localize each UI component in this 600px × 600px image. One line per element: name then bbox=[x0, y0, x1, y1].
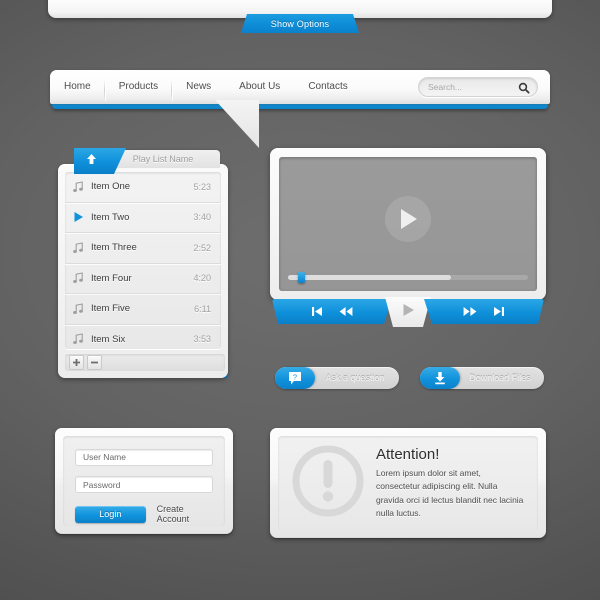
playlist-item-title: Item Five bbox=[91, 303, 131, 315]
nav-label: Home bbox=[64, 81, 91, 92]
password-field[interactable] bbox=[75, 476, 213, 493]
nav-item-contacts[interactable]: Contacts bbox=[294, 70, 361, 104]
ask-question-button[interactable]: ? Ask a question bbox=[275, 367, 399, 389]
show-options-label: Show Options bbox=[270, 18, 330, 29]
fast-forward-icon[interactable] bbox=[463, 306, 477, 317]
question-bubble-icon: ? bbox=[275, 367, 315, 389]
play-icon[interactable] bbox=[65, 211, 91, 223]
minus-icon[interactable] bbox=[87, 355, 102, 370]
play-circle-icon[interactable] bbox=[385, 195, 431, 242]
attention-inner: Attention! Lorem ipsum dolor sit amet, c… bbox=[278, 436, 538, 530]
playlist-item-title: Item Two bbox=[91, 211, 130, 223]
navigation-group: Home Products News About Us Contacts bbox=[50, 70, 550, 112]
progress-track[interactable] bbox=[288, 272, 528, 283]
playlist-item-time: 6:11 bbox=[194, 303, 211, 314]
arrow-up-icon bbox=[86, 152, 97, 170]
nav-item-news[interactable]: News bbox=[172, 70, 225, 104]
player-frame bbox=[270, 148, 546, 300]
download-files-label: Download Files bbox=[469, 373, 531, 383]
show-options-tab[interactable]: Show Options bbox=[241, 14, 359, 33]
playlist-title: Play List Name bbox=[132, 154, 194, 164]
speech-bubble-tail bbox=[215, 100, 259, 148]
playlist-item-title: Item Three bbox=[91, 242, 137, 254]
player-controls bbox=[272, 297, 544, 327]
top-bar-group: Show Options bbox=[48, 0, 552, 33]
table-row[interactable]: Item Five 6:11 bbox=[65, 294, 221, 325]
table-row[interactable]: Item Four 4:20 bbox=[65, 264, 221, 294]
nav-label: About Us bbox=[239, 81, 281, 92]
playlist-item-title: Item Four bbox=[91, 272, 132, 284]
music-note-icon bbox=[65, 181, 91, 193]
attention-body: Lorem ipsum dolor sit amet, consectetur … bbox=[376, 468, 524, 518]
login-button[interactable]: Login bbox=[75, 505, 146, 523]
music-note-icon bbox=[65, 333, 91, 345]
login-form: Login Create Account bbox=[55, 428, 233, 534]
playlist-item-title: Item One bbox=[91, 181, 131, 193]
username-field[interactable] bbox=[75, 448, 213, 466]
progress-handle[interactable] bbox=[297, 272, 305, 283]
skip-previous-icon[interactable] bbox=[311, 306, 323, 317]
nav-bar: Home Products News About Us Contacts bbox=[50, 70, 550, 104]
create-account-link[interactable]: Create Account bbox=[157, 504, 213, 524]
exclamation-circle-icon bbox=[290, 443, 366, 524]
playlist-item-time: 3:53 bbox=[193, 334, 211, 345]
progress-buffered bbox=[288, 275, 452, 280]
attention-text-block: Attention! Lorem ipsum dolor sit amet, c… bbox=[376, 446, 526, 520]
nav-item-home[interactable]: Home bbox=[50, 70, 105, 104]
search-input[interactable] bbox=[419, 78, 516, 96]
nav-label: Contacts bbox=[308, 81, 348, 92]
login-actions: Login Create Account bbox=[75, 504, 213, 524]
skip-next-icon[interactable] bbox=[493, 306, 505, 317]
nav-label: News bbox=[186, 81, 212, 92]
music-note-icon bbox=[65, 303, 91, 315]
search-box[interactable] bbox=[418, 77, 538, 97]
ui-kit-stage: Show Options Home Products News About Us… bbox=[0, 0, 600, 600]
page-title: Attention! bbox=[376, 446, 440, 464]
plus-icon[interactable] bbox=[69, 355, 84, 370]
rewind-icon[interactable] bbox=[339, 306, 353, 317]
login-inner: Login Create Account bbox=[63, 436, 225, 526]
player-controls-left bbox=[272, 299, 392, 324]
svg-text:?: ? bbox=[293, 372, 297, 381]
nav-item-about-us[interactable]: About Us bbox=[225, 70, 294, 104]
playlist-widget: Play List Name Item One 5:23 Item Two 3:… bbox=[58, 148, 228, 394]
table-row[interactable]: Item Two 3:40 bbox=[65, 203, 221, 233]
playlist-item-time: 4:20 bbox=[193, 273, 211, 284]
player-play-button[interactable] bbox=[385, 297, 431, 327]
playlist-item-time: 5:23 bbox=[193, 181, 211, 192]
play-icon bbox=[402, 303, 415, 322]
playlist-body: Play List Name Item One 5:23 Item Two 3:… bbox=[58, 150, 228, 378]
search-icon[interactable] bbox=[518, 81, 530, 94]
video-player bbox=[270, 148, 546, 300]
playlist-item-time: 2:52 bbox=[193, 242, 211, 253]
playlist-rows: Item One 5:23 Item Two 3:40 Item Three 2… bbox=[65, 172, 221, 349]
playlist-footer bbox=[65, 354, 225, 371]
playlist-item-time: 3:40 bbox=[193, 212, 211, 223]
nav-label: Products bbox=[118, 81, 159, 92]
attention-bubble: Attention! Lorem ipsum dolor sit amet, c… bbox=[270, 428, 546, 538]
nav-item-products[interactable]: Products bbox=[105, 70, 173, 104]
table-row[interactable]: Item Three 2:52 bbox=[65, 233, 221, 264]
download-icon bbox=[420, 367, 460, 389]
table-row[interactable]: Item Six 3:53 bbox=[65, 325, 221, 350]
music-note-icon bbox=[65, 242, 91, 254]
music-note-icon bbox=[65, 272, 91, 284]
table-row[interactable]: Item One 5:23 bbox=[65, 172, 221, 203]
playlist-item-title: Item Six bbox=[91, 333, 126, 345]
ask-question-label: Ask a question bbox=[325, 373, 385, 383]
player-controls-right bbox=[424, 299, 544, 324]
player-screen[interactable] bbox=[279, 157, 537, 291]
download-files-button[interactable]: Download Files bbox=[420, 367, 544, 389]
